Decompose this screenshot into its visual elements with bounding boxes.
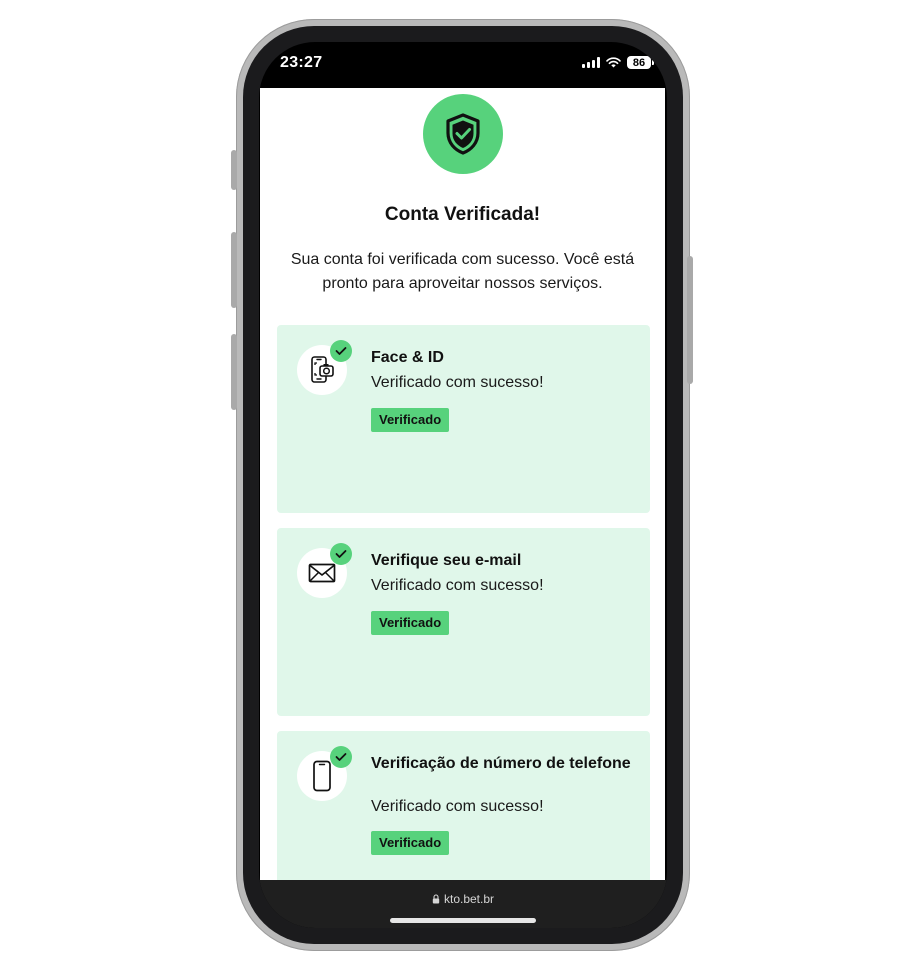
verification-page: Conta Verificada! Sua conta foi verifica… [260,88,665,880]
card-subtitle: Verificado com sucesso! [371,798,544,815]
card-subtitle: Verificado com sucesso! [371,374,544,391]
verification-card-email: Verifique seu e-mail Verificado com suce… [277,528,650,716]
check-icon [330,746,352,768]
url-text: kto.bet.br [443,892,495,906]
address-bar[interactable]: kto.bet.br [259,892,667,906]
verification-card-face-id: Face & ID Verificado com sucesso! Verifi… [277,325,650,513]
phone-screen: 23:27 86 Conta Verificada! Sua conta foi… [259,42,667,928]
check-icon [330,543,352,565]
page-description: Sua conta foi verificada com sucesso. Vo… [290,251,635,292]
browser-bottom-bar: kto.bet.br [259,880,667,928]
home-indicator[interactable] [390,918,536,923]
page-title: Conta Verificada! [384,204,541,225]
wifi-icon [606,57,621,68]
status-badge: Verificado [371,408,450,432]
card-subtitle: Verificado com sucesso! [371,577,544,594]
status-icons: 86 [582,56,654,69]
volume-up-button [231,232,237,308]
signal-icon [582,57,600,68]
status-badge: Verificado [371,831,450,855]
check-icon [330,340,352,362]
status-bar: 23:27 86 [259,42,667,88]
status-badge: Verificado [371,611,450,635]
verification-card-phone: Verificação de número de telefone Verifi… [277,731,650,880]
power-button [687,256,693,384]
status-time: 23:27 [280,54,323,71]
lock-icon [432,894,440,904]
card-title: Verifique seu e-mail [371,552,522,569]
volume-down-button [231,334,237,410]
shield-check-icon [423,94,503,174]
card-title: Face & ID [371,349,444,366]
silent-switch [231,150,237,190]
card-title: Verificação de número de telefone [371,755,631,772]
battery-icon: 86 [627,56,654,69]
